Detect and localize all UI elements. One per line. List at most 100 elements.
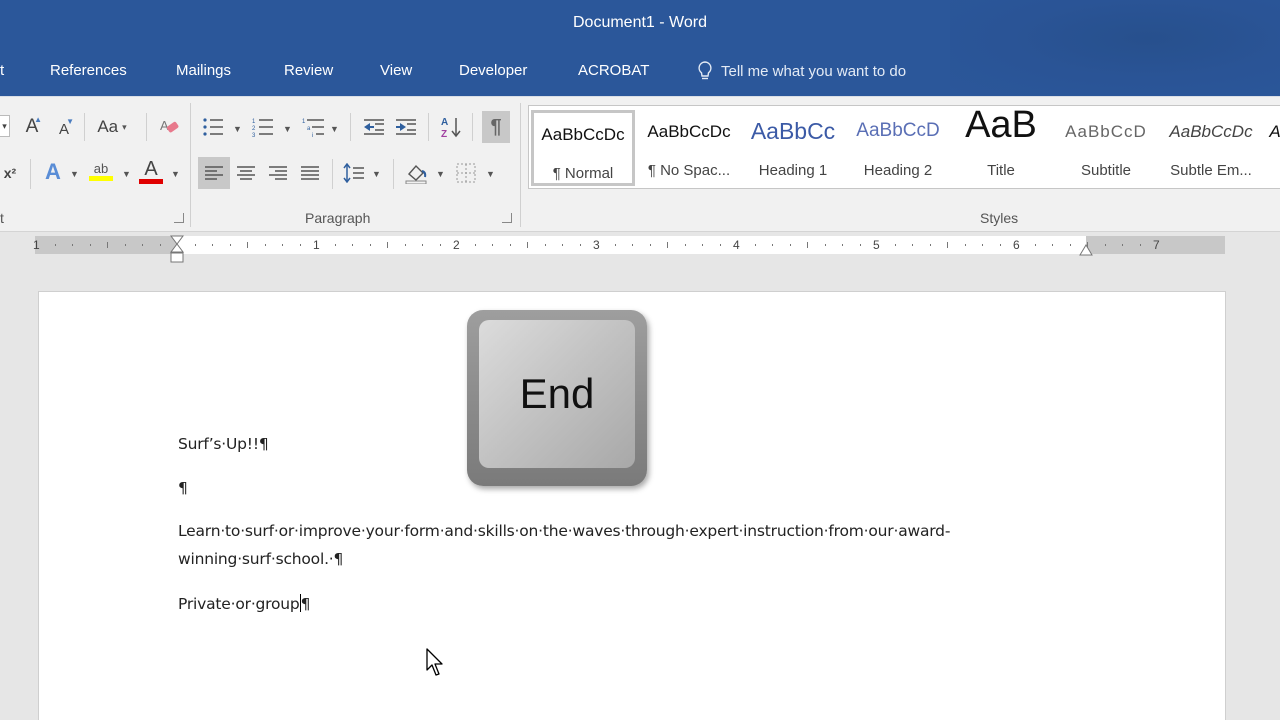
align-right-button[interactable] (264, 159, 292, 187)
highlight-dropdown[interactable]: ▼ (122, 169, 131, 179)
ruler-tick (1052, 244, 1053, 246)
shrink-font-button[interactable]: A ▼ (52, 117, 76, 141)
numbering-icon: 123 (252, 119, 273, 137)
text-effects-icon: A (45, 159, 61, 184)
tab-review[interactable]: Review (284, 62, 333, 79)
tab-acrobat[interactable]: ACROBAT (578, 62, 649, 79)
right-indent-marker-icon[interactable] (1079, 241, 1093, 257)
paragraph-dialog-launcher[interactable] (502, 213, 512, 223)
ruler-tick (702, 244, 703, 246)
tab-developer[interactable]: Developer (459, 62, 527, 79)
font-color-dropdown[interactable]: ▼ (171, 169, 180, 179)
multilevel-list-icon: 1ai (302, 119, 324, 137)
numbering-button[interactable]: 123 (250, 115, 276, 139)
font-dialog-launcher[interactable] (174, 213, 184, 223)
ruler-tick (982, 244, 983, 246)
ruler-number: 3 (593, 238, 600, 252)
svg-text:A: A (160, 118, 169, 133)
separator (332, 159, 333, 189)
style-subtle-emphasis[interactable]: AaBbCcDc Subtle Em... (1159, 110, 1263, 186)
ruler-tick (194, 244, 196, 246)
justify-button[interactable] (296, 159, 324, 187)
ruler-number: 1 (33, 238, 40, 252)
tab-mailings[interactable]: Mailings (176, 62, 231, 79)
change-case-button[interactable]: Aa ▾ (92, 115, 132, 139)
style-sample: AaBbCcDc (541, 125, 625, 144)
tab-references[interactable]: References (50, 62, 127, 79)
highlight-button[interactable]: ab (88, 157, 114, 185)
font-color-button[interactable]: A (138, 157, 164, 185)
ruler-tick (474, 244, 476, 246)
shading-dropdown[interactable]: ▼ (436, 169, 445, 179)
paragraph-empty[interactable]: ¶ (178, 479, 188, 497)
highlight-color-bar (89, 176, 113, 181)
paragraph-heading[interactable]: Surf’s·Up!!¶ (178, 435, 269, 453)
style-name: Heading 1 (758, 162, 828, 179)
style-emphasis[interactable]: A (1265, 110, 1280, 186)
separator (472, 113, 473, 141)
separator (350, 113, 351, 141)
style-name: Title (987, 162, 1015, 179)
paragraph-body-line-1[interactable]: Learn·to·surf·or·improve·your·form·and·s… (178, 522, 950, 540)
tab-insert[interactable]: t (0, 62, 4, 79)
align-center-icon (237, 166, 255, 180)
ruler-tick (1139, 244, 1141, 246)
tab-view[interactable]: View (380, 62, 412, 79)
multilevel-list-dropdown[interactable]: ▼ (330, 124, 339, 134)
shading-button[interactable] (402, 159, 432, 187)
paragraph-current[interactable]: Private·or·group¶ (178, 594, 310, 613)
eraser-icon: A (160, 118, 179, 133)
ruler-number: 5 (873, 238, 880, 252)
ruler-tick (369, 244, 371, 246)
ruler-tick (142, 244, 143, 246)
bullets-dropdown[interactable]: ▼ (233, 124, 242, 134)
style-subtitle[interactable]: AaBbCcD Subtitle (1054, 110, 1158, 186)
paragraph-body-line-2[interactable]: winning·surf·school.·¶ (178, 550, 343, 568)
show-formatting-marks-button[interactable]: ¶ (482, 111, 510, 143)
style-name: ¶ No Spac... (647, 162, 731, 179)
styles-gallery: AaBbCcDc ¶ Normal AaBbCcDc ¶ No Spac... … (528, 104, 1280, 189)
horizontal-ruler[interactable]: 1 1 2 3 4 5 6 7 (33, 235, 1225, 263)
borders-button[interactable] (452, 159, 480, 187)
style-heading-2[interactable]: AaBbCcD Heading 2 (846, 110, 950, 186)
ruler-tick (789, 244, 791, 246)
sort-button[interactable]: AZ (438, 113, 464, 141)
style-heading-1[interactable]: AaBbCc Heading 1 (741, 110, 845, 186)
tell-me-search[interactable]: Tell me what you want to do (697, 60, 906, 82)
ruler-tick (509, 244, 511, 246)
separator (30, 159, 31, 189)
align-center-button[interactable] (232, 159, 260, 187)
multilevel-list-button[interactable]: 1ai (300, 115, 328, 139)
decrease-indent-button[interactable] (360, 115, 388, 139)
ruler-tick (632, 244, 633, 246)
style-title[interactable]: AaB Title (949, 104, 1053, 186)
align-left-icon (205, 166, 223, 180)
decrease-indent-icon (364, 119, 384, 135)
text-effects-dropdown[interactable]: ▼ (70, 169, 79, 179)
increase-indent-button[interactable] (392, 115, 420, 139)
style-sample: AaBbCcD (856, 120, 940, 141)
clear-formatting-button[interactable]: A (156, 115, 182, 139)
svg-text:a: a (307, 126, 311, 132)
ruler-tick (754, 244, 756, 246)
group-separator (190, 103, 191, 227)
bullets-button[interactable] (200, 115, 226, 139)
ruler-tick (299, 244, 301, 246)
style-no-spacing[interactable]: AaBbCcDc ¶ No Spac... (637, 110, 741, 186)
style-sample: AaB (965, 104, 1037, 146)
borders-dropdown[interactable]: ▼ (486, 169, 495, 179)
align-left-button[interactable] (198, 157, 230, 189)
svg-text:1: 1 (302, 119, 306, 125)
grow-font-button[interactable]: A ▲ (20, 115, 44, 139)
style-normal[interactable]: AaBbCcDc ¶ Normal (531, 110, 635, 186)
ruler-tick (929, 244, 931, 246)
indent-marker-icon[interactable] (169, 235, 185, 265)
line-spacing-button[interactable] (340, 159, 368, 187)
text-effects-button[interactable]: A (40, 159, 66, 185)
superscript-button[interactable]: x² (0, 161, 20, 185)
font-size-dropdown[interactable]: ▾ (0, 115, 10, 137)
numbering-dropdown[interactable]: ▼ (283, 124, 292, 134)
line-spacing-dropdown[interactable]: ▼ (372, 169, 381, 179)
ruler-tick (1122, 244, 1123, 246)
ruler-tick (422, 244, 423, 246)
